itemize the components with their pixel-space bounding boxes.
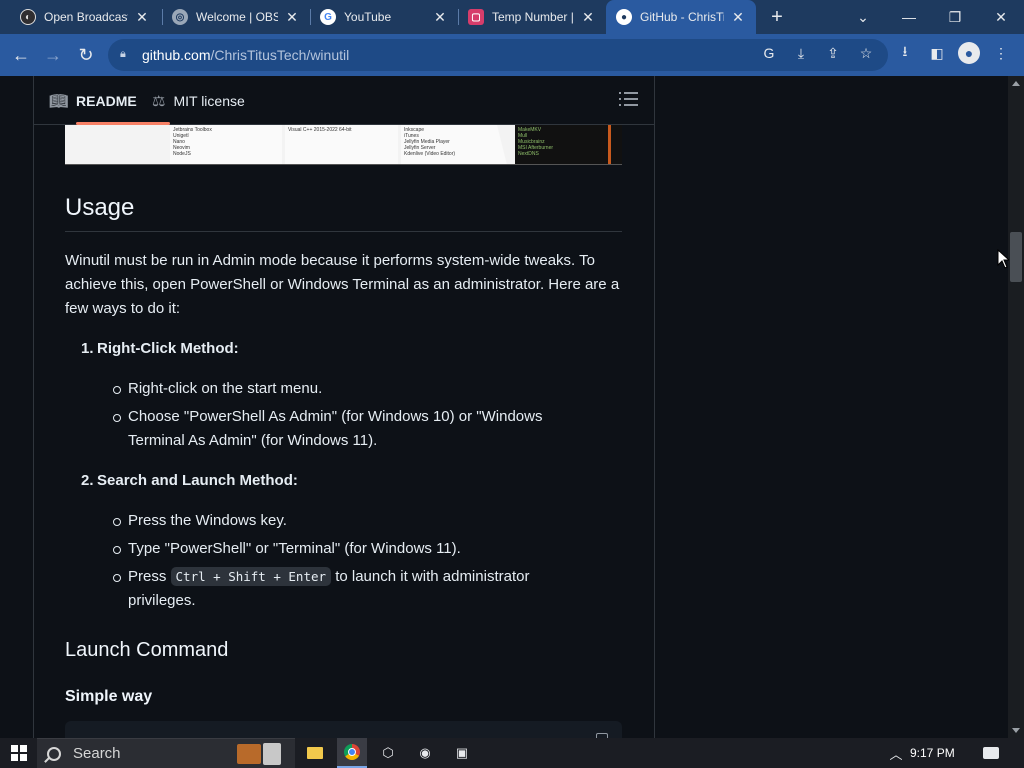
url-host: github.com <box>142 47 211 63</box>
menu-kebab-icon[interactable]: ⋮ <box>990 42 1012 64</box>
list-item-text: Press <box>128 568 171 585</box>
google-icon: G <box>320 9 336 25</box>
tab-title: Temp Number | <box>492 10 574 24</box>
browser-tab-strip: ◐ Open Broadcaster ✕ ◎ Welcome | OBS ✕ G… <box>0 0 1024 34</box>
usage-heading: Usage <box>65 194 135 221</box>
url-path: /ChrisTitusTech/winutil <box>210 47 350 63</box>
downloads-icon[interactable]: ⭳ <box>894 42 916 64</box>
list-item: Press Ctrl + Shift + Enter to launch it … <box>113 565 598 613</box>
close-tab-icon[interactable]: ✕ <box>134 9 150 26</box>
tab-github[interactable]: ● GitHub - ChrisTi ✕ <box>606 0 756 34</box>
tab-title: GitHub - ChrisTi <box>640 10 724 24</box>
github-icon: ● <box>616 9 632 25</box>
side-panel-icon[interactable]: ◧ <box>926 42 948 64</box>
list-number: 2. <box>81 472 94 489</box>
tab-license-label: MIT license <box>173 92 245 109</box>
forward-arrow-icon[interactable]: → <box>40 42 66 68</box>
list-item: Press the Windows key. <box>113 509 598 533</box>
launch-command-heading: Launch Command <box>65 639 229 661</box>
scroll-up-arrow-icon[interactable] <box>1012 81 1020 86</box>
close-tab-icon[interactable]: ✕ <box>284 9 300 26</box>
search-icon <box>47 746 61 761</box>
browser-toolbar: ← → ↻ 🔒︎ github.com/ChrisTitusTech/winut… <box>0 34 1024 76</box>
taskbar-search-box[interactable]: Search <box>37 738 295 768</box>
list-number: 1. <box>81 340 94 357</box>
close-window-button[interactable]: ✕ <box>978 0 1024 34</box>
virtualbox-icon[interactable]: ⬡ <box>376 738 400 768</box>
winutil-screenshot-image: Jetbrains Toolbox Unigetl Nano Neovim No… <box>65 125 622 165</box>
profile-avatar-icon[interactable]: ● <box>958 42 980 64</box>
tab-license[interactable]: ⚖︎ MIT license <box>152 76 245 125</box>
minimize-button[interactable]: — <box>886 0 932 34</box>
readme-header: 📖︎ README ⚖︎ MIT license <box>34 76 654 125</box>
back-arrow-icon[interactable]: ← <box>8 42 34 68</box>
obs-icon: ◐ <box>20 9 36 25</box>
tab-obs[interactable]: ◐ Open Broadcaster ✕ <box>10 0 160 34</box>
windows-logo-icon <box>11 745 27 761</box>
screenshot-column: Inkscape iTunes Jellyfin Media Player Je… <box>401 125 497 164</box>
tab-title: Open Broadcaster <box>44 10 128 24</box>
page-scrollbar[interactable] <box>1008 76 1024 738</box>
share-icon[interactable]: ⇪ <box>822 42 844 64</box>
scale-icon: ⚖︎ <box>152 92 166 110</box>
temp-number-icon: ▢ <box>468 9 484 25</box>
globe-icon: ◎ <box>172 9 188 25</box>
table-of-contents-icon[interactable] <box>619 92 638 108</box>
page-viewport: Jetbrains Toolbox Unigetl Nano Neovim No… <box>0 76 1008 738</box>
method1-title: Right-Click Method: <box>97 340 239 357</box>
screenshot-column: Jetbrains Toolbox Unigetl Nano Neovim No… <box>170 125 282 164</box>
search-highlight-icon <box>237 744 261 764</box>
tab-temp-number[interactable]: ▢ Temp Number | ✕ <box>458 0 606 34</box>
simple-way-heading: Simple way <box>65 688 153 705</box>
obs-taskbar-icon[interactable]: ◉ <box>413 738 437 768</box>
screenshot-column: MakeMKV Mull Musicbrainz MSI Afterburner… <box>515 125 622 164</box>
bookmark-star-icon[interactable]: ☆ <box>855 42 877 64</box>
keyboard-shortcut: Ctrl + Shift + Enter <box>170 567 332 586</box>
tab-readme[interactable]: 📖︎ README <box>49 76 137 125</box>
tab-title: Welcome | OBS <box>196 10 278 24</box>
reload-icon[interactable]: ↻ <box>73 42 99 68</box>
network-app-icon[interactable]: ▣ <box>450 738 474 768</box>
close-tab-icon[interactable]: ✕ <box>580 9 596 26</box>
calculator-icon <box>263 743 281 765</box>
install-app-icon[interactable]: ⤓ <box>790 42 812 64</box>
close-tab-icon[interactable]: ✕ <box>432 9 448 26</box>
new-tab-button[interactable]: + <box>766 4 788 30</box>
tab-welcome-obs[interactable]: ◎ Welcome | OBS ✕ <box>162 0 310 34</box>
usage-intro-text: Winutil must be run in Admin mode becaus… <box>65 252 620 317</box>
heading-divider <box>65 231 622 232</box>
tab-youtube[interactable]: G YouTube ✕ <box>310 0 458 34</box>
tab-title: YouTube <box>344 10 392 24</box>
restore-button[interactable]: ❐ <box>932 0 978 34</box>
notification-icon[interactable] <box>980 738 1002 768</box>
scroll-down-arrow-icon[interactable] <box>1012 728 1020 733</box>
tab-readme-label: README <box>76 92 137 109</box>
taskbar-clock[interactable]: 9:17 PM <box>910 738 955 768</box>
google-lens-icon[interactable]: G <box>758 42 780 64</box>
lock-icon: 🔒︎ <box>120 48 126 60</box>
code-block <box>65 721 622 738</box>
list-item: Right-click on the start menu. <box>113 377 598 401</box>
start-button[interactable] <box>6 738 32 768</box>
file-explorer-icon[interactable] <box>303 738 327 768</box>
list-item: Type "PowerShell" or "Terminal" (for Win… <box>113 537 598 561</box>
chrome-taskbar-icon[interactable] <box>337 738 367 768</box>
windows-taskbar: Search ⬡ ◉ ▣ ︿ 9:17 PM <box>0 738 1024 768</box>
tab-search-chevron-icon[interactable]: ⌄ <box>840 0 886 34</box>
method2-title: Search and Launch Method: <box>97 472 298 489</box>
scrollbar-thumb[interactable] <box>1010 232 1022 282</box>
search-label: Search <box>73 745 121 762</box>
screenshot-column: Visual C++ 2015-2022 64-bit <box>285 125 398 164</box>
book-icon: 📖︎ <box>49 92 69 110</box>
list-item: Choose "PowerShell As Admin" (for Window… <box>113 405 598 453</box>
show-hidden-icons-chevron-icon[interactable]: ︿ <box>886 738 906 768</box>
mouse-pointer-icon <box>997 249 1009 269</box>
close-tab-icon[interactable]: ✕ <box>730 9 746 26</box>
